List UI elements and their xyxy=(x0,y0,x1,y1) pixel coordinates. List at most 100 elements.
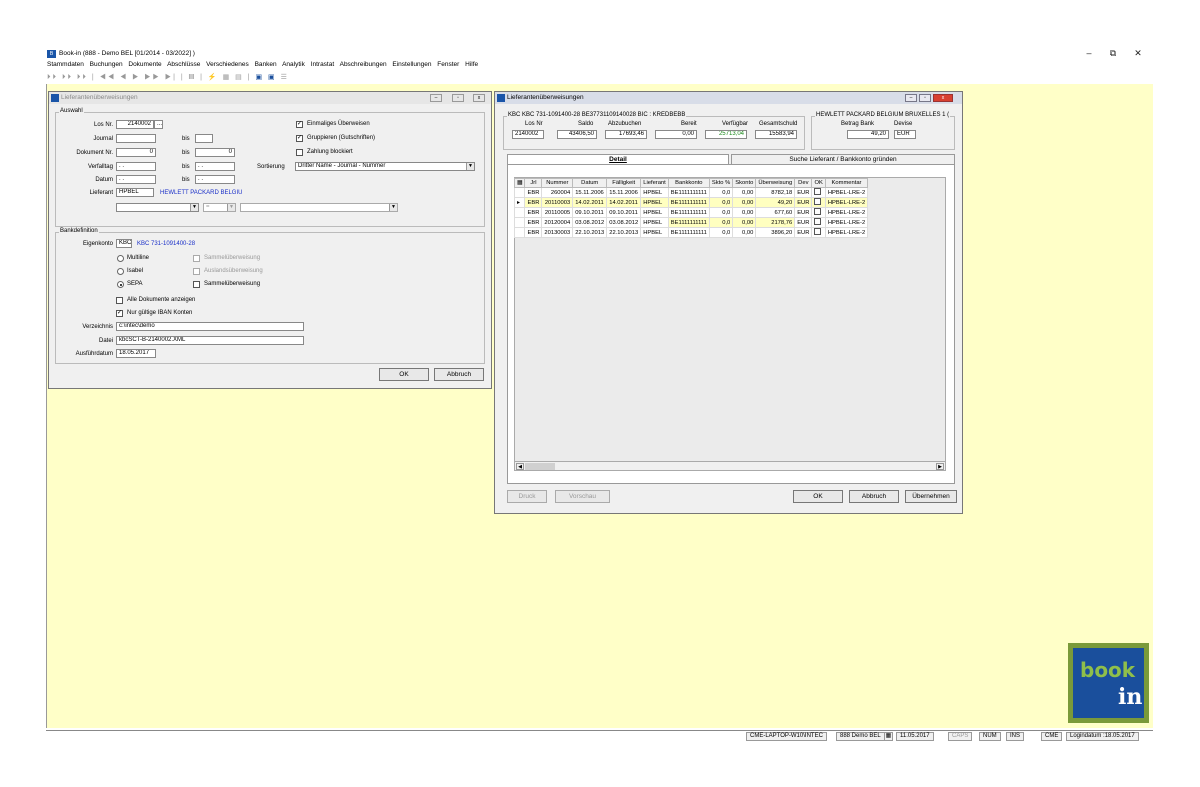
eigenkonto-code-field[interactable]: KBC xyxy=(116,239,132,248)
status-machine: CME-LAPTOP-W10\INTEC xyxy=(746,732,827,741)
status-bar: CME-LAPTOP-W10\INTEC 888 Demo BEL ▦ 11.0… xyxy=(46,730,1153,741)
filter-value-combo[interactable]: ▼ xyxy=(240,203,398,212)
menu-abschreibungen[interactable]: Abschreibungen xyxy=(340,61,387,68)
journal-to-field[interactable] xyxy=(195,134,213,143)
ok-button[interactable]: OK xyxy=(793,490,843,503)
row-ok-checkbox[interactable] xyxy=(814,188,822,195)
toolbar-extra-icon[interactable]: ▣ ▣ xyxy=(255,74,276,81)
right-close-button[interactable]: x xyxy=(933,94,953,102)
verfalltag-from-field[interactable]: . . xyxy=(116,162,156,171)
col-kommentar[interactable]: Kommentar xyxy=(824,178,869,188)
col-bankkonto[interactable]: Bankkonto xyxy=(667,178,710,188)
verfuegbar-col-label: Verfügbar xyxy=(722,121,749,127)
row-ok-checkbox[interactable] xyxy=(814,218,822,225)
lieferant-label: Lieferant xyxy=(89,190,113,196)
isabel-radio[interactable] xyxy=(117,268,124,275)
menu-einstellungen[interactable]: Einstellungen xyxy=(392,61,431,68)
col-faelligkeit[interactable]: Fälligkeit xyxy=(606,178,642,188)
datum-to-field[interactable]: . . xyxy=(195,175,235,184)
vorschau-button[interactable]: Vorschau xyxy=(555,490,610,503)
right-restore-button[interactable]: ▫ xyxy=(919,94,931,102)
tab-suche-lieferant[interactable]: Suche Lieferant / Bankkonto gründen xyxy=(731,154,955,164)
alle-dokumente-checkbox[interactable] xyxy=(116,297,123,304)
status-login-date: Logindatum :18.05.2017 xyxy=(1066,732,1139,741)
menu-intrastat[interactable]: Intrastat xyxy=(311,61,334,68)
abbruch-button[interactable]: Abbruch xyxy=(434,368,484,381)
left-restore-button[interactable]: ▫ xyxy=(452,94,464,102)
ausfuehrdatum-field[interactable]: 18.05.2017 xyxy=(116,349,156,358)
menu-banken[interactable]: Banken xyxy=(255,61,277,68)
col-skto-pct[interactable]: Skto % xyxy=(708,178,734,188)
gruppieren-checkbox[interactable]: ✓ xyxy=(296,135,303,142)
menu-analytik[interactable]: Analytik xyxy=(282,61,305,68)
los-nr-lookup-button[interactable]: ... xyxy=(154,120,163,129)
menu-dokumente[interactable]: Dokumente xyxy=(128,61,161,68)
dokument-from-field[interactable]: 0 xyxy=(116,148,156,157)
menu-verschiedenes[interactable]: Verschiedenes xyxy=(206,61,249,68)
einmaliges-checkbox[interactable]: ✓ xyxy=(296,121,303,128)
tab-detail[interactable]: Detail xyxy=(507,154,729,164)
sammel2-checkbox[interactable] xyxy=(193,281,200,288)
horizontal-scrollbar[interactable]: ◀ ▶ xyxy=(514,461,946,471)
row-ok-checkbox[interactable] xyxy=(814,228,822,235)
left-close-button[interactable]: x xyxy=(473,94,485,102)
restore-button[interactable]: ⧉ xyxy=(1106,48,1120,59)
abbruch-button[interactable]: Abbruch xyxy=(849,490,899,503)
ok-button[interactable]: OK xyxy=(379,368,429,381)
col-jrl[interactable]: Jrl xyxy=(524,178,543,188)
verfalltag-to-field[interactable]: . . xyxy=(195,162,235,171)
verzeichnis-field[interactable]: c:\intec\demo xyxy=(116,322,304,331)
toolbar-list-icon[interactable]: ☰ xyxy=(281,74,289,81)
los-nr-field[interactable]: 2140002 xyxy=(116,120,154,129)
right-minimize-button[interactable]: – xyxy=(905,94,917,102)
operator-combo[interactable]: = ▼ xyxy=(203,203,236,212)
col-datum[interactable]: Datum xyxy=(572,178,608,188)
lieferant-code-field[interactable]: HPBEL xyxy=(116,188,154,197)
menu-fenster[interactable]: Fenster xyxy=(437,61,459,68)
datei-field[interactable]: kbcSCT-B-2140002.XML xyxy=(116,336,304,345)
row-ok-checkbox[interactable] xyxy=(814,198,822,205)
table-row[interactable]: EBR 20120004 03.08.2012 03.08.2012 HPBEL… xyxy=(513,217,869,228)
close-button[interactable]: ✕ xyxy=(1131,48,1145,59)
multiline-radio[interactable] xyxy=(117,255,124,262)
datum-from-field[interactable]: . . xyxy=(116,175,156,184)
table-row[interactable]: EBR 20130003 22.10.2013 22.10.2013 HPBEL… xyxy=(513,227,869,238)
sammel1-checkbox[interactable] xyxy=(193,255,200,262)
scroll-thumb[interactable] xyxy=(525,463,555,470)
table-row[interactable]: EBR 260004 15.11.2006 15.11.2006 HPBEL B… xyxy=(513,187,869,198)
col-skonto[interactable]: Skonto xyxy=(732,178,757,188)
nur-iban-checkbox[interactable]: ✓ xyxy=(116,310,123,317)
filter-field-combo[interactable]: ▼ xyxy=(116,203,199,212)
minimize-button[interactable]: – xyxy=(1082,48,1096,58)
dokument-to-field[interactable]: 0 xyxy=(195,148,235,157)
chevron-down-icon: ▼ xyxy=(190,204,198,211)
col-dev[interactable]: Dev xyxy=(794,178,813,188)
sepa-radio[interactable] xyxy=(117,281,124,288)
verfalltag-bis-label: bis xyxy=(182,164,190,170)
table-row[interactable]: ▸ EBR 20110003 14.02.2011 14.02.2011 HPB… xyxy=(513,197,869,208)
right-transfer-window: Lieferantenüberweisungen – ▫ x KBC KBC 7… xyxy=(494,91,963,514)
menu-hilfe[interactable]: Hilfe xyxy=(465,61,478,68)
zahlung-blockiert-checkbox[interactable] xyxy=(296,149,303,156)
scroll-right-icon[interactable]: ▶ xyxy=(936,463,944,470)
sortierung-combo[interactable]: Dritter Name - Journal - Nummer ▼ xyxy=(295,162,475,171)
col-ueberweisung[interactable]: Überweisung xyxy=(755,178,796,188)
left-minimize-button[interactable]: – xyxy=(430,94,442,102)
row-ok-checkbox[interactable] xyxy=(814,208,822,215)
uebernehmen-button[interactable]: Übernehmen xyxy=(905,490,957,503)
menu-abschluesse[interactable]: Abschlüsse xyxy=(167,61,200,68)
scroll-left-icon[interactable]: ◀ xyxy=(516,463,524,470)
auslandsueberweisung-checkbox[interactable] xyxy=(193,268,200,275)
col-lieferant[interactable]: Lieferant xyxy=(640,178,669,188)
verzeichnis-label: Verzeichnis xyxy=(82,324,113,330)
menu-stammdaten[interactable]: Stammdaten xyxy=(47,61,84,68)
menu-buchungen[interactable]: Buchungen xyxy=(90,61,123,68)
grid-corner-icon[interactable]: ▦ xyxy=(513,178,526,188)
col-ok[interactable]: OK xyxy=(811,178,826,188)
toolbar-nav-buttons[interactable]: ⏵⏵ ⏵⏵ ⏵⏵ | ◀◀ ◀ ▶ ▶▶ ▶| | ▤ | ⚡ ▦ ▤ | xyxy=(47,74,252,81)
col-nummer[interactable]: Nummer xyxy=(541,178,574,188)
journal-from-field[interactable] xyxy=(116,134,156,143)
los-nr-label: Los Nr. xyxy=(93,122,113,128)
table-row[interactable]: EBR 20110005 09.10.2011 09.10.2011 HPBEL… xyxy=(513,207,869,218)
druck-button[interactable]: Druck xyxy=(507,490,547,503)
